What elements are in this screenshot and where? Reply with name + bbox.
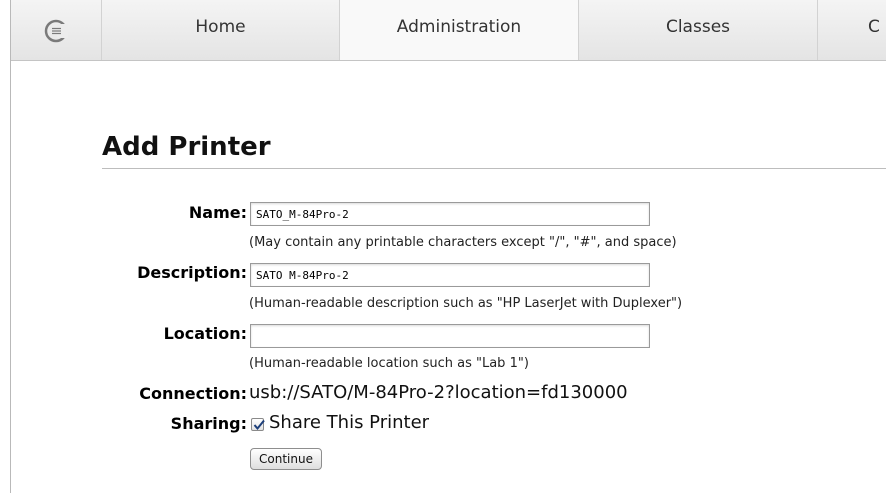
description-label: Description: xyxy=(137,263,247,282)
tab-home[interactable]: Home xyxy=(102,0,340,60)
tab-truncated[interactable]: C xyxy=(818,0,886,60)
location-input[interactable] xyxy=(250,324,650,348)
page-title: Add Printer xyxy=(102,132,271,162)
name-hint: (May contain any printable characters ex… xyxy=(249,235,677,250)
sharing-label: Sharing: xyxy=(170,414,247,433)
location-hint: (Human-readable location such as "Lab 1"… xyxy=(249,356,529,371)
location-label: Location: xyxy=(163,324,247,343)
tab-administration[interactable]: Administration xyxy=(340,0,579,60)
page-frame: Home Administration Classes C Add Printe… xyxy=(10,0,886,493)
share-printer-checkbox[interactable] xyxy=(251,418,265,431)
description-hint: (Human-readable description such as "HP … xyxy=(249,296,683,311)
tab-classes[interactable]: Classes xyxy=(579,0,818,60)
top-navbar: Home Administration Classes C xyxy=(11,0,886,61)
name-input[interactable] xyxy=(250,202,650,226)
connection-label: Connection: xyxy=(139,384,247,403)
connection-value: usb://SATO/M-84Pro-2?location=fd130000 xyxy=(249,382,628,403)
cups-logo-icon xyxy=(44,19,68,43)
title-divider xyxy=(102,168,886,169)
name-label: Name: xyxy=(188,203,247,222)
continue-button[interactable]: Continue xyxy=(250,448,322,470)
logo-button[interactable] xyxy=(11,0,102,60)
checkmark-icon xyxy=(253,419,265,431)
description-input[interactable] xyxy=(250,263,650,287)
share-printer-label[interactable]: Share This Printer xyxy=(269,412,429,433)
